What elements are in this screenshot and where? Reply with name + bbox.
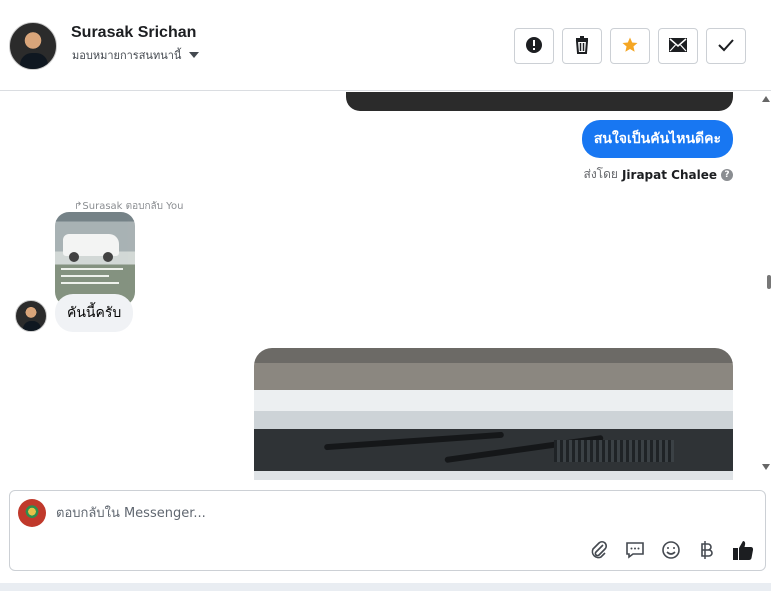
envelope-icon — [669, 37, 687, 55]
received-message-bubble[interactable]: คันนี้ครับ — [55, 294, 134, 332]
engine-bay-photo[interactable] — [254, 348, 733, 480]
delete-button[interactable] — [562, 28, 602, 64]
wheel-shape — [103, 252, 113, 262]
cowl-vent-shape — [554, 440, 674, 462]
contact-avatar[interactable] — [9, 22, 57, 70]
quoted-image-thumbnail[interactable] — [55, 212, 135, 306]
mark-unread-button[interactable] — [658, 28, 698, 64]
paperclip-icon[interactable] — [588, 539, 610, 561]
assign-label: มอบหมายการสนทนานี้ — [72, 49, 182, 62]
sender-avatar[interactable] — [15, 300, 47, 332]
wheel-shape — [69, 252, 79, 262]
scroll-up-arrow[interactable] — [762, 96, 770, 102]
reply-composer — [9, 490, 766, 571]
thumbs-up-icon[interactable] — [732, 539, 754, 561]
page-avatar — [18, 499, 46, 527]
sent-by-prefix: ส่งโดย — [583, 167, 618, 181]
alert-circle-icon — [525, 36, 543, 57]
wiper-shape — [324, 431, 504, 451]
baht-icon[interactable] — [696, 539, 718, 561]
conversation-header: Surasak Srichan มอบหมายการสนทนานี้ — [0, 0, 771, 91]
trash-icon — [574, 35, 590, 57]
reply-label-text: Surasak ตอบกลับ You — [82, 201, 184, 212]
sent-message-bubble[interactable]: สนใจเป็นคันไหนดีคะ — [581, 120, 733, 158]
speech-bubble-icon[interactable] — [624, 539, 646, 561]
assign-conversation-dropdown[interactable]: มอบหมายการสนทนานี้ — [72, 46, 200, 64]
reply-input[interactable] — [56, 501, 656, 525]
contact-name[interactable]: Surasak Srichan — [71, 24, 196, 42]
image-text-line — [61, 282, 119, 284]
caret-down-icon — [189, 52, 200, 58]
messenger-conversation-panel: Surasak Srichan มอบหมายการสนทนานี้ สนใจเ… — [0, 0, 771, 591]
help-icon[interactable]: ? — [721, 168, 733, 181]
sent-by-name: Jirapat Chalee — [621, 167, 717, 182]
smiley-icon[interactable] — [660, 539, 682, 561]
mark-spam-button[interactable] — [514, 28, 554, 64]
mark-done-button[interactable] — [706, 28, 746, 64]
sent-by-label: ส่งโดย Jirapat Chalee ? — [583, 165, 733, 184]
scrollbar-thumb[interactable] — [767, 275, 771, 289]
star-button[interactable] — [610, 28, 650, 64]
bottom-strip — [0, 583, 771, 591]
image-text-line — [61, 268, 123, 270]
checkmark-icon — [717, 38, 735, 55]
previous-card-message[interactable] — [346, 92, 733, 111]
message-list[interactable]: สนใจเป็นคันไหนดีคะ ส่งโดย Jirapat Chalee… — [0, 92, 771, 480]
scroll-down-arrow[interactable] — [762, 464, 770, 470]
star-icon — [621, 36, 639, 57]
image-text-line — [61, 275, 109, 277]
